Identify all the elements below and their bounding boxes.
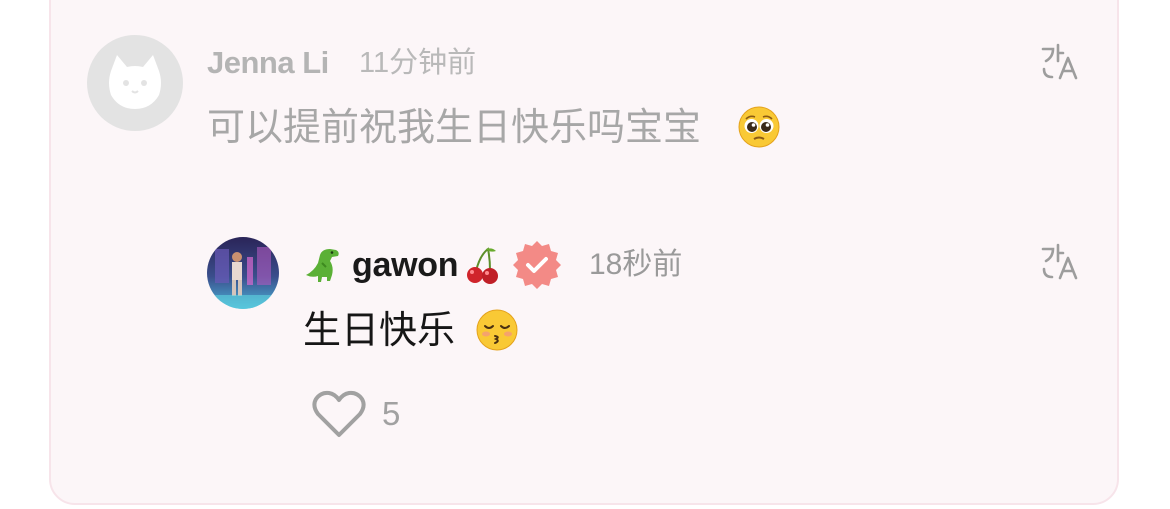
cat-icon [109, 55, 161, 109]
comment-time: 11分钟前 [359, 47, 477, 79]
translate-icon[interactable] [1040, 241, 1080, 281]
cherries-icon [467, 247, 499, 284]
comment-text: 可以提前祝我生日快乐吗宝宝 [207, 107, 702, 149]
t-rex-icon [306, 249, 339, 282]
verified-badge-icon [513, 241, 562, 289]
profile-photo [207, 237, 279, 309]
reply-author-row[interactable]: gawon [300, 241, 562, 289]
reply-author[interactable]: gawon [352, 246, 458, 285]
reply-text: 生日快乐 [303, 310, 456, 352]
like-button[interactable]: 5 [310, 386, 400, 442]
comment-author[interactable]: Jenna Li [207, 40, 329, 86]
pleading-face-icon [738, 106, 780, 148]
avatar[interactable] [207, 237, 279, 309]
kissing-face-icon [476, 309, 518, 351]
translate-icon[interactable] [1040, 41, 1080, 81]
reply-time: 18秒前 [589, 248, 683, 281]
like-count: 5 [382, 395, 401, 432]
heart-icon [312, 390, 366, 437]
avatar[interactable] [87, 35, 183, 131]
